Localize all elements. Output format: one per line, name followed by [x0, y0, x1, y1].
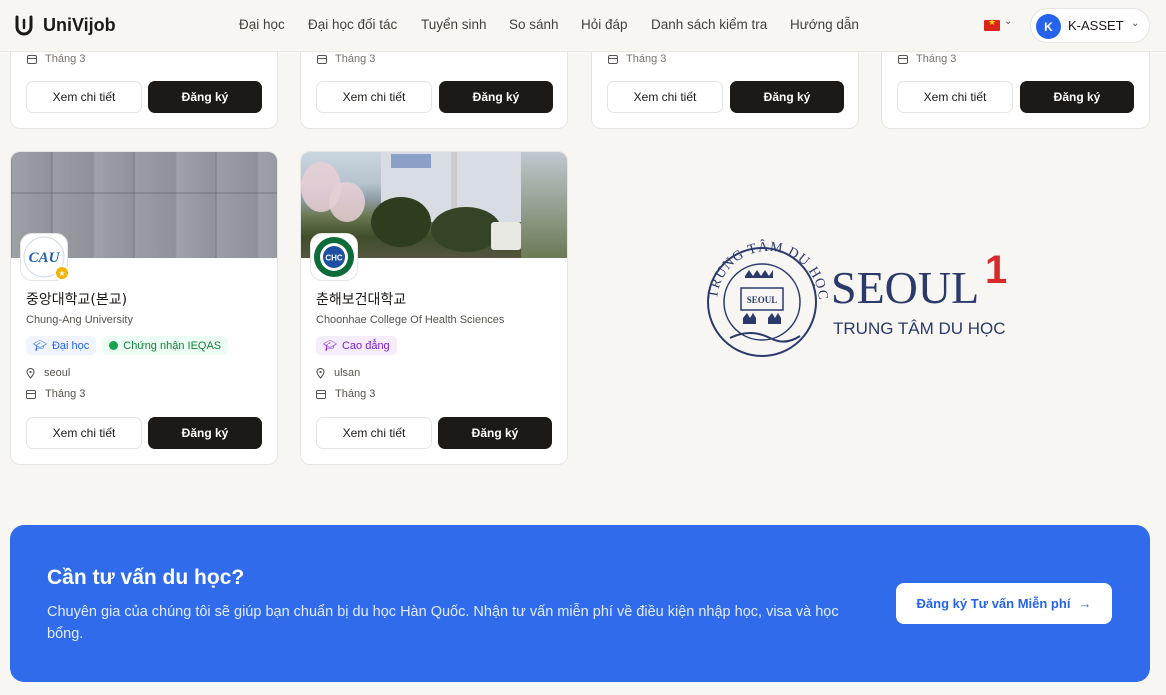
calendar-icon [608, 54, 618, 64]
arrow-right-icon: → [1078, 596, 1092, 611]
university-name-korean[interactable]: 춘해보건대학교 [316, 289, 406, 309]
university-logo: CHC [310, 233, 358, 281]
view-details-button[interactable]: Xem chi tiết [316, 417, 432, 449]
nav-item-admissions[interactable]: Tuyển sinh [421, 17, 509, 32]
view-details-button[interactable]: Xem chi tiết [607, 81, 723, 113]
seoul-seal-icon: TRUNG TÂM DU HỌC SEOUL SEOUL 1 TRUNG TÂM… [706, 238, 1007, 357]
register-button[interactable]: Đăng ký [148, 417, 262, 449]
intake-month: Tháng 3 [898, 53, 956, 65]
register-button[interactable]: Đăng ký [148, 81, 262, 113]
nav-item-partner-universities[interactable]: Đại học đối tác [308, 17, 421, 32]
chevron-down-icon: ⌄ [1131, 18, 1140, 29]
view-details-button[interactable]: Xem chi tiết [26, 81, 142, 113]
calendar-icon [26, 389, 36, 399]
seoul1-promo-logo[interactable]: TRUNG TÂM DU HỌC SEOUL SEOUL 1 TRUNG TÂM… [705, 238, 1015, 368]
nav-item-guide[interactable]: Hướng dẫn [790, 17, 859, 32]
location-pin-icon [26, 367, 35, 379]
location-row: seoul [26, 367, 70, 379]
brand-name: UniVijob [43, 14, 116, 35]
view-details-button[interactable]: Xem chi tiết [316, 81, 432, 113]
intake-month: Tháng 3 [27, 53, 85, 65]
calendar-icon [317, 54, 327, 64]
university-name-english: Choonhae College Of Health Sciences [316, 314, 505, 326]
svg-text:1: 1 [985, 248, 1007, 292]
user-menu[interactable]: K K-ASSET ⌄ [1030, 8, 1150, 43]
graduation-cap-icon: 🎓︎ [33, 340, 47, 352]
chevron-down-icon[interactable]: ⌄ [1004, 16, 1012, 27]
location-row: ulsan [316, 367, 360, 379]
tag-university-level: 🎓︎ Đại học [26, 336, 97, 355]
university-name-korean[interactable]: 중앙대학교(본교) [26, 289, 127, 309]
nav-item-faq[interactable]: Hỏi đáp [581, 17, 651, 32]
user-name: K-ASSET [1068, 18, 1124, 33]
register-button[interactable]: Đăng ký [730, 81, 844, 113]
register-button[interactable]: Đăng ký [1020, 81, 1134, 113]
intake-month: Tháng 3 [316, 388, 375, 400]
vietnam-flag-icon[interactable] [984, 17, 1000, 31]
register-button[interactable]: Đăng ký [438, 417, 552, 449]
nav-item-checklist[interactable]: Danh sách kiểm tra [651, 17, 790, 32]
choonhae-logo-icon: CHC [314, 237, 354, 277]
tag-list: 🎓︎ Đại học Chứng nhận IEQAS [26, 336, 229, 355]
tag-college-level: 🎓︎ Cao đẳng [316, 336, 397, 355]
intake-month: Tháng 3 [608, 53, 666, 65]
view-details-button[interactable]: Xem chi tiết [897, 81, 1013, 113]
calendar-icon [27, 54, 37, 64]
university-card: CHC 춘해보건대학교 Choonhae College Of Health S… [300, 151, 568, 465]
university-card: CAU ★ 중앙대학교(본교) Chung-Ang University 🎓︎ Đ… [10, 151, 278, 465]
register-button[interactable]: Đăng ký [439, 81, 553, 113]
nav-item-universities[interactable]: Đại học [239, 17, 308, 32]
avatar: K [1036, 14, 1061, 39]
banner-title: Cần tư vấn du học? [47, 566, 245, 589]
university-name-english: Chung-Ang University [26, 314, 133, 326]
svg-text:SEOUL: SEOUL [831, 262, 979, 313]
main-nav: Đại học Đại học đối tác Tuyển sinh So sá… [239, 17, 859, 32]
consultation-banner: Cần tư vấn du học? Chuyên gia của chúng … [10, 525, 1150, 682]
univijob-logo-icon [15, 15, 33, 36]
star-badge-icon: ★ [54, 265, 70, 281]
tag-certification: Chứng nhận IEQAS [102, 336, 229, 355]
graduation-cap-icon: 🎓︎ [323, 340, 337, 352]
calendar-icon [898, 54, 908, 64]
brand-logo[interactable]: UniVijob [14, 14, 116, 36]
free-consultation-button[interactable]: Đăng ký Tư vấn Miễn phí → [896, 583, 1112, 624]
intake-month: Tháng 3 [26, 388, 85, 400]
svg-text:TRUNG TÂM DU HỌC: TRUNG TÂM DU HỌC [833, 319, 1006, 338]
svg-text:CHC: CHC [325, 254, 343, 263]
svg-text:SEOUL: SEOUL [747, 295, 778, 305]
calendar-icon [316, 389, 326, 399]
intake-month: Tháng 3 [317, 53, 375, 65]
svg-text:CAU: CAU [29, 250, 61, 266]
view-details-button[interactable]: Xem chi tiết [26, 417, 142, 449]
banner-description: Chuyên gia của chúng tôi sẽ giúp bạn chu… [47, 604, 839, 642]
location-pin-icon [316, 367, 325, 379]
tag-list: 🎓︎ Cao đẳng [316, 336, 397, 355]
nav-item-compare[interactable]: So sánh [509, 17, 581, 32]
top-navbar: UniVijob Đại học Đại học đối tác Tuyển s… [0, 0, 1166, 52]
check-circle-icon [109, 341, 119, 350]
